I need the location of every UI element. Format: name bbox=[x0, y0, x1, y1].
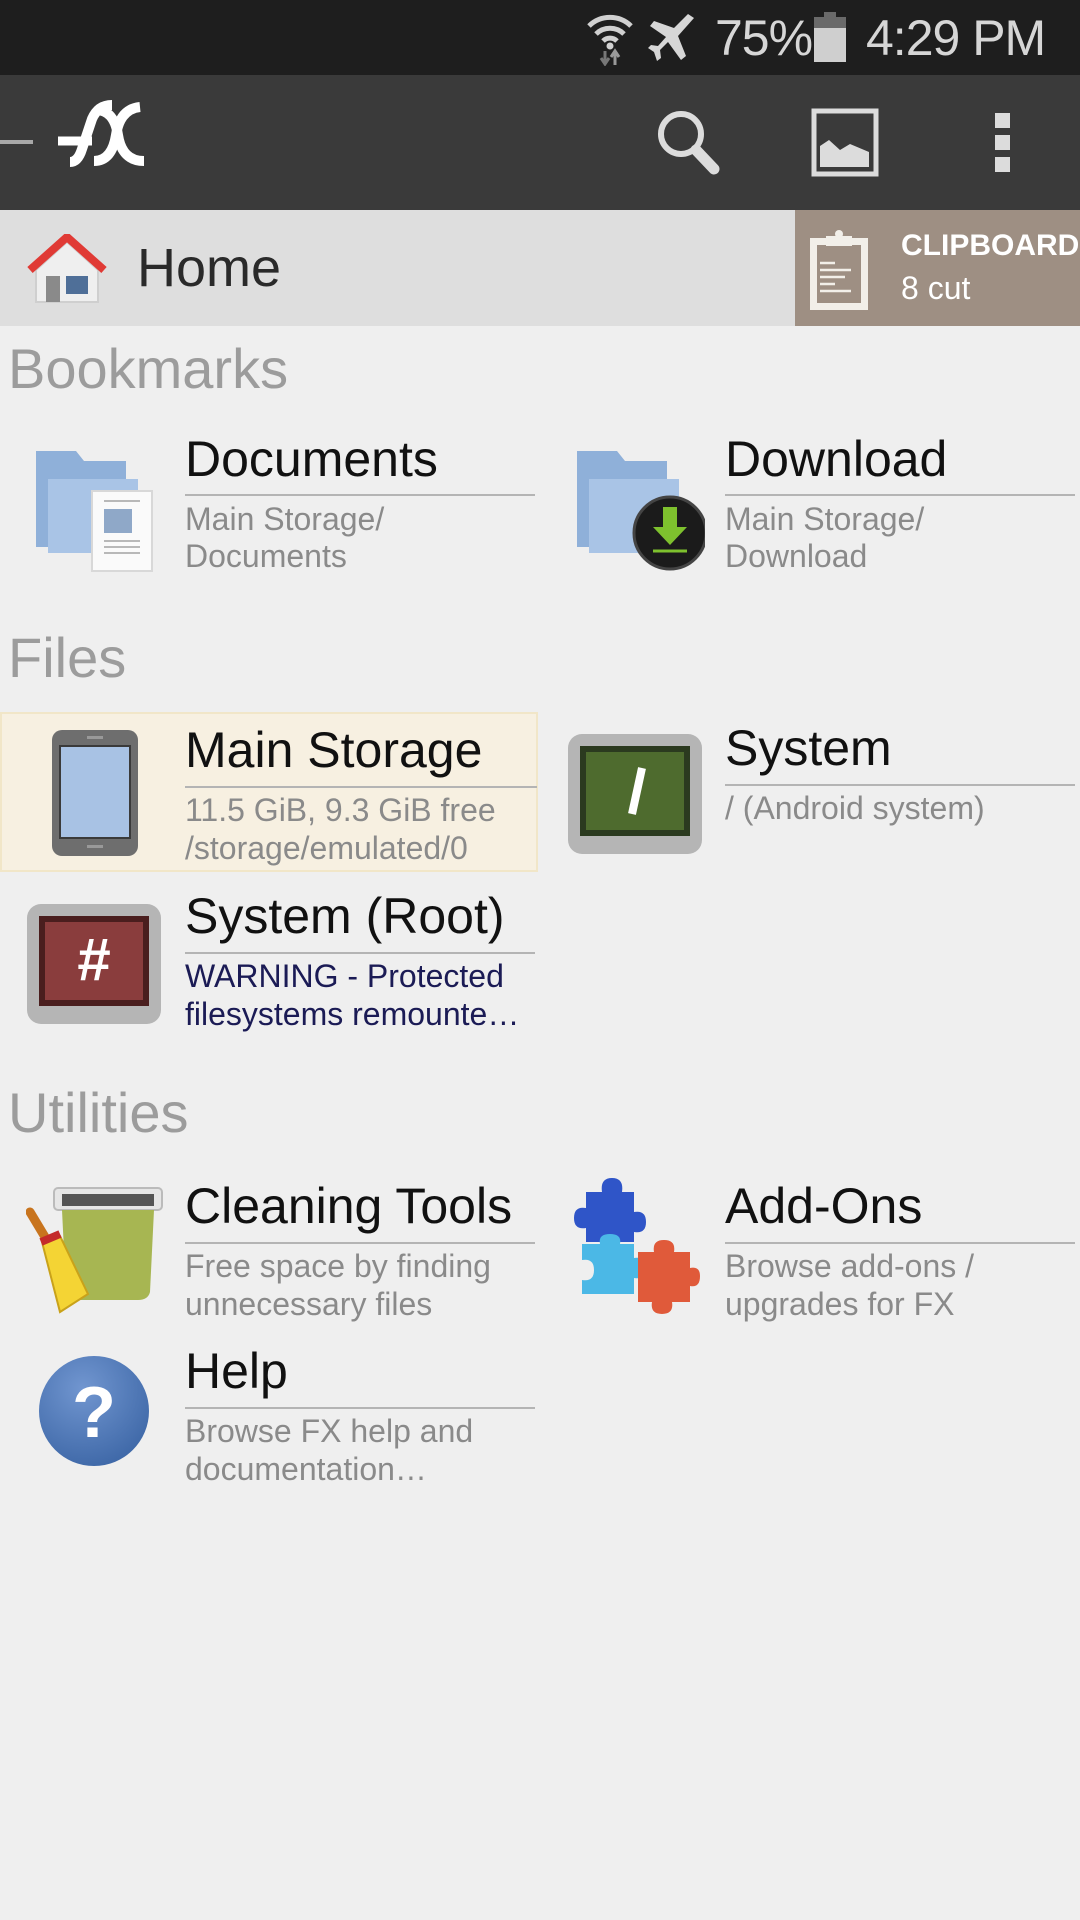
documents-folder-icon bbox=[36, 451, 153, 572]
tile-divider bbox=[185, 1242, 535, 1244]
tile-subtitle: Main Storage/ bbox=[725, 501, 925, 537]
search-icon bbox=[658, 111, 720, 175]
tile-subtitle: documentation… bbox=[185, 1451, 427, 1487]
files-system[interactable]: System / (Android system) bbox=[540, 712, 1080, 872]
tile-subtitle: 11.5 GiB, 9.3 GiB free bbox=[185, 792, 496, 828]
bookmark-documents[interactable]: Documents Main Storage/ Documents bbox=[0, 425, 540, 585]
svg-text:?: ? bbox=[72, 1373, 116, 1453]
app-toolbar: FX bbox=[0, 75, 1080, 210]
files-system-root[interactable]: # System (Root) WARNING - Protected file… bbox=[0, 880, 540, 1040]
clipboard-icon bbox=[810, 230, 868, 310]
tile-subtitle: Download bbox=[725, 538, 868, 574]
help-question-icon: ? bbox=[39, 1356, 149, 1466]
tile-divider bbox=[725, 1242, 1075, 1244]
utility-add-ons[interactable]: Add-Ons Browse add-ons / upgrades for FX bbox=[540, 1170, 1080, 1330]
puzzle-addons-icon bbox=[574, 1178, 700, 1314]
search-button[interactable] bbox=[648, 103, 732, 187]
image-view-button[interactable] bbox=[805, 103, 885, 187]
tile-divider bbox=[185, 786, 537, 788]
tile-divider bbox=[725, 494, 1075, 496]
tile-title: System (Root) bbox=[185, 888, 505, 944]
clipboard-count: 8 cut bbox=[901, 270, 971, 306]
section-heading-bookmarks: Bookmarks bbox=[8, 337, 289, 400]
tile-title: Cleaning Tools bbox=[185, 1178, 513, 1234]
tile-subtitle: Browse add-ons / bbox=[725, 1248, 975, 1284]
clipboard-button[interactable]: CLIPBOARD 8 cut bbox=[795, 210, 1080, 326]
breadcrumb-label: Home bbox=[137, 238, 282, 298]
home-icon bbox=[27, 234, 107, 303]
utility-cleaning-tools[interactable]: Cleaning Tools Free space by finding unn… bbox=[0, 1170, 540, 1330]
cleaning-broom-icon bbox=[26, 1187, 163, 1314]
tile-title: Documents bbox=[185, 431, 438, 487]
wifi-icon bbox=[587, 14, 633, 66]
utility-help[interactable]: ? Help Browse FX help and documentation… bbox=[0, 1335, 540, 1495]
tile-divider bbox=[185, 952, 535, 954]
warning-text: filesystems remounte… bbox=[185, 996, 520, 1032]
tile-divider bbox=[185, 1407, 535, 1409]
status-bar: 75% 4:29 PM bbox=[0, 0, 1080, 75]
bookmark-download[interactable]: Download Main Storage/ Download bbox=[540, 425, 1080, 585]
tile-subtitle: /storage/emulated/0 bbox=[185, 830, 468, 866]
battery-percent: 75% bbox=[715, 10, 813, 66]
tile-subtitle: upgrades for FX bbox=[725, 1286, 955, 1322]
clipboard-title: CLIPBOARD bbox=[901, 229, 1080, 262]
tile-subtitle: Documents bbox=[185, 538, 347, 574]
warning-text: WARNING - Protected bbox=[185, 958, 504, 994]
root-terminal-icon: # bbox=[27, 904, 161, 1024]
fx-logo-icon bbox=[58, 100, 145, 167]
breadcrumb-home[interactable]: Home bbox=[0, 210, 795, 326]
tile-subtitle: unnecessary files bbox=[185, 1286, 433, 1322]
app-logo-button[interactable]: FX bbox=[48, 97, 148, 177]
overflow-menu-icon bbox=[995, 113, 1010, 172]
tile-title: Main Storage bbox=[185, 722, 483, 778]
overflow-menu-button[interactable] bbox=[980, 103, 1024, 187]
section-heading-utilities: Utilities bbox=[8, 1081, 189, 1144]
image-view-icon bbox=[811, 108, 879, 177]
battery-icon bbox=[814, 12, 846, 62]
airplane-mode-icon bbox=[648, 14, 694, 61]
tile-title: Download bbox=[725, 431, 948, 487]
tile-divider bbox=[725, 784, 1075, 786]
section-heading-files: Files bbox=[8, 626, 127, 689]
tile-subtitle: / (Android system) bbox=[725, 790, 985, 826]
tile-divider bbox=[185, 494, 535, 496]
breadcrumb-bar: Home CLIPBOARD 8 cut bbox=[0, 210, 1080, 326]
drawer-indicator-icon[interactable] bbox=[0, 140, 33, 144]
files-main-storage[interactable]: Main Storage 11.5 GiB, 9.3 GiB free /sto… bbox=[0, 712, 538, 872]
tile-subtitle: Main Storage/ bbox=[185, 501, 385, 537]
tile-title: Help bbox=[185, 1343, 288, 1399]
download-folder-icon bbox=[577, 451, 705, 571]
tile-subtitle: Free space by finding bbox=[185, 1248, 491, 1284]
svg-text:#: # bbox=[77, 926, 110, 993]
phone-storage-icon bbox=[52, 730, 138, 856]
tile-subtitle: Browse FX help and bbox=[185, 1413, 474, 1449]
tile-title: System bbox=[725, 720, 892, 776]
clock: 4:29 PM bbox=[866, 10, 1046, 66]
tile-title: Add-Ons bbox=[725, 1178, 923, 1234]
system-terminal-icon bbox=[568, 734, 702, 854]
